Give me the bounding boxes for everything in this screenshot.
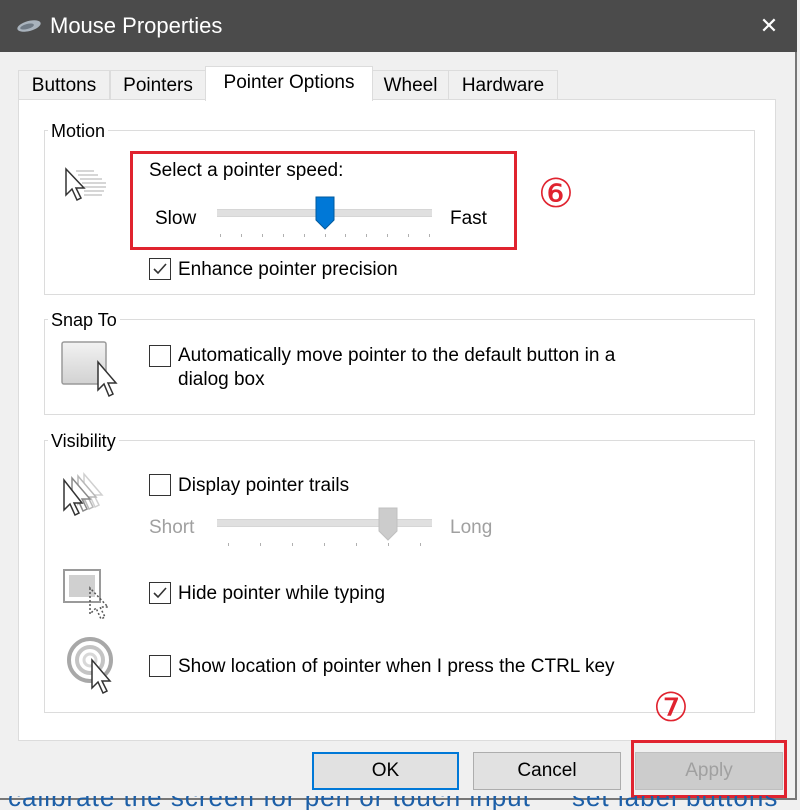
motion-group-label: Motion xyxy=(48,121,109,142)
slider-tick xyxy=(408,234,410,237)
snap-to-button-icon xyxy=(61,341,118,398)
close-icon: ✕ xyxy=(759,13,779,38)
window-title: Mouse Properties xyxy=(50,13,223,38)
slider-tick xyxy=(429,234,430,237)
trail-length-slider-track[interactable] xyxy=(217,519,432,527)
auto-snap-label-line1: Automatically move pointer to the defaul… xyxy=(178,345,616,366)
mouse-icon xyxy=(17,20,41,32)
slider-tick xyxy=(282,234,284,237)
cancel-button[interactable]: Cancel xyxy=(473,752,621,790)
short-label: Short xyxy=(149,517,195,538)
title-bar: Mouse Properties ✕ xyxy=(0,0,797,52)
pointer-trails-checkbox[interactable] xyxy=(149,474,171,496)
ok-button[interactable]: OK xyxy=(312,752,459,790)
mouse-properties-dialog: Mouse Properties ✕ Buttons Pointers Poin… xyxy=(0,0,797,800)
pointer-trails-label: Display pointer trails xyxy=(178,475,350,496)
pointer-trails-icon xyxy=(63,471,104,517)
tab-hardware[interactable]: Hardware xyxy=(448,70,558,100)
pointer-location-icon xyxy=(67,637,113,695)
cancel-label: Cancel xyxy=(517,760,577,781)
slider-tick xyxy=(324,543,325,546)
slider-tick xyxy=(220,234,221,237)
auto-snap-checkbox[interactable] xyxy=(149,345,171,367)
pointer-speed-icon xyxy=(65,167,106,202)
slider-tick xyxy=(420,543,421,546)
slider-tick xyxy=(356,543,357,546)
pointer-speed-slider-thumb[interactable] xyxy=(314,196,336,230)
slider-tick xyxy=(228,543,229,546)
slider-tick xyxy=(260,543,261,546)
long-label: Long xyxy=(450,517,493,538)
annotation-step-7: ⑦ xyxy=(653,685,689,731)
tab-label: Buttons xyxy=(31,75,97,96)
tab-pointers[interactable]: Pointers xyxy=(110,70,206,100)
auto-snap-label-line2: dialog box xyxy=(178,369,265,390)
background-page-text: calibrate the screen for pen or touch in… xyxy=(8,796,788,810)
hide-pointer-checkbox[interactable] xyxy=(149,582,171,604)
slider-tick xyxy=(292,543,293,546)
close-button[interactable]: ✕ xyxy=(753,10,785,42)
ctrl-location-label: Show location of pointer when I press th… xyxy=(178,656,615,677)
ok-label: OK xyxy=(371,760,400,781)
hide-pointer-icon xyxy=(63,569,110,621)
visibility-group-label: Visibility xyxy=(48,431,119,452)
pointer-speed-label: Select a pointer speed: xyxy=(149,160,344,181)
slider-tick xyxy=(388,543,389,546)
annotation-step-6: ⑥ xyxy=(538,171,574,217)
tab-pointer-options[interactable]: Pointer Options xyxy=(205,66,373,101)
pointer-speed-ticks xyxy=(220,234,430,237)
enhance-precision-checkbox[interactable] xyxy=(149,258,171,280)
apply-label: Apply xyxy=(685,760,733,781)
ctrl-location-checkbox[interactable] xyxy=(149,655,171,677)
checkmark-icon xyxy=(153,263,167,275)
slider-tick xyxy=(261,234,263,237)
apply-button[interactable]: Apply xyxy=(635,752,783,790)
snap-to-group xyxy=(44,319,755,415)
tab-label: Pointer Options xyxy=(223,72,355,93)
enhance-precision-label: Enhance pointer precision xyxy=(178,259,398,280)
tab-label: Pointers xyxy=(123,75,193,96)
fast-label: Fast xyxy=(450,208,487,229)
trail-length-ticks xyxy=(228,543,421,546)
slow-label: Slow xyxy=(155,208,197,229)
slider-tick xyxy=(345,234,347,237)
slider-tick xyxy=(303,234,305,237)
tab-label: Hardware xyxy=(461,75,545,96)
tab-wheel[interactable]: Wheel xyxy=(372,70,449,100)
slider-tick xyxy=(324,234,326,237)
tab-buttons[interactable]: Buttons xyxy=(18,70,110,100)
slider-tick xyxy=(366,234,368,237)
checkmark-icon xyxy=(153,587,167,599)
slider-tick xyxy=(387,234,389,237)
snap-to-group-label: Snap To xyxy=(48,310,120,331)
hide-pointer-label: Hide pointer while typing xyxy=(178,583,386,604)
tab-label: Wheel xyxy=(383,75,438,96)
slider-tick xyxy=(240,234,242,237)
trail-length-slider-thumb[interactable] xyxy=(377,507,399,541)
